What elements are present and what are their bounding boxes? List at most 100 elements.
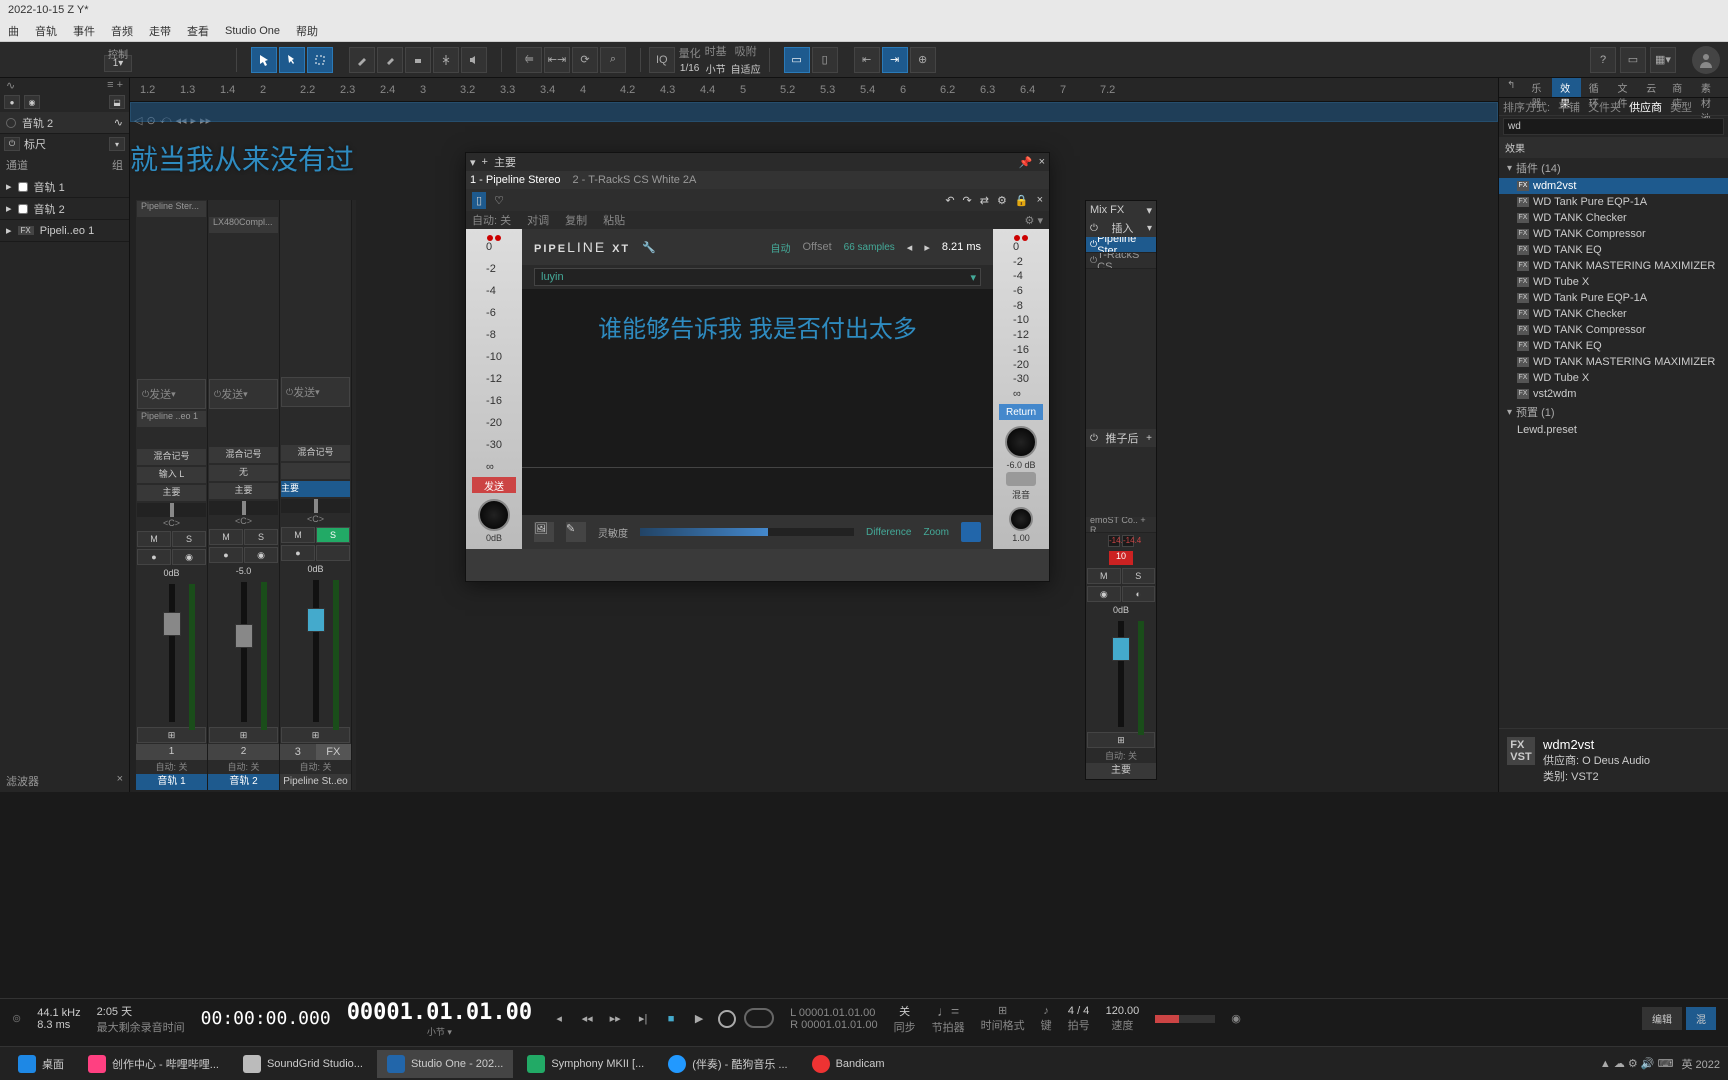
fader[interactable] — [136, 580, 207, 726]
rec-button[interactable]: ● — [209, 547, 243, 563]
monitor-all[interactable]: ◉ — [24, 95, 40, 109]
taskbar-symphony[interactable]: Symphony MKII [... — [517, 1050, 654, 1078]
wrench-icon[interactable]: 🔧 — [642, 241, 656, 254]
insert-item-1[interactable]: ⏻ Pipeline Ster... — [1086, 237, 1156, 253]
record-mode[interactable]: 混合记号 — [209, 447, 278, 463]
auto-link[interactable]: 自动 — [771, 240, 791, 255]
master-mute[interactable]: M — [1087, 568, 1121, 584]
taskbar-bandicam[interactable]: Bandicam — [802, 1050, 895, 1078]
fav-icon[interactable]: ♡ — [494, 194, 504, 207]
record-mode[interactable]: 混合记号 — [137, 449, 206, 465]
input-route[interactable]: 输入 L — [137, 467, 206, 483]
end-button[interactable]: ▸| — [632, 1008, 654, 1030]
menu-help[interactable]: 帮助 — [296, 23, 318, 39]
sig-section[interactable]: 4 / 4拍号 — [1068, 1005, 1090, 1033]
power-button[interactable]: ⏻ — [4, 137, 20, 151]
mix-knob[interactable] — [1009, 507, 1033, 531]
sensitivity-slider[interactable] — [640, 528, 854, 536]
menu-studioone[interactable]: Studio One — [225, 25, 280, 37]
menu-audio[interactable]: 音频 — [111, 23, 133, 39]
loop-range[interactable]: L 00001.01.01.00 R 00001.01.01.00 — [790, 1007, 877, 1031]
pan-slider[interactable] — [209, 501, 278, 515]
arrow-tool[interactable] — [251, 47, 277, 73]
dim-button[interactable]: ◐ — [1122, 586, 1156, 602]
track-row-1[interactable]: ▸ 音轨 1 — [0, 176, 129, 198]
timebase-display[interactable]: 时基 小节 — [705, 43, 727, 76]
mute-button[interactable]: M — [209, 529, 243, 545]
rec-icon[interactable] — [6, 118, 16, 128]
taskbar-studioone[interactable]: Studio One - 202... — [377, 1050, 513, 1078]
rec-arm-all[interactable]: ● — [4, 95, 20, 109]
snap-tool[interactable]: ⇤⇥ — [544, 47, 570, 73]
paste-label[interactable]: 粘贴 — [603, 212, 625, 228]
menu-song[interactable]: 曲 — [8, 23, 19, 39]
menu-icon[interactable]: ▾ — [470, 156, 476, 169]
plugin-item-11[interactable]: FXWD TANK MASTERING MAXIMIZER — [1499, 354, 1728, 370]
loop-button[interactable] — [744, 1008, 774, 1028]
automation-mode[interactable]: 自动: 关 — [208, 760, 279, 774]
search-input[interactable] — [1503, 118, 1724, 135]
record-mode[interactable]: 混合记号 — [281, 445, 350, 461]
preset-item-0[interactable]: Lewd.preset — [1499, 422, 1728, 438]
fader[interactable] — [208, 578, 279, 726]
mute-button[interactable]: M — [281, 527, 315, 543]
emo-row[interactable]: emoST Co.. + R — [1086, 517, 1156, 533]
expand-button[interactable]: ⊞ — [137, 727, 206, 743]
rec-button[interactable]: ● — [281, 545, 315, 561]
input-route[interactable] — [281, 463, 350, 479]
tab-instruments[interactable]: 乐器 — [1523, 78, 1552, 97]
clip-counter[interactable]: 10 — [1109, 551, 1133, 565]
ripple-off[interactable]: ⇤ — [854, 47, 880, 73]
plugin-item-7[interactable]: FXWD Tank Pure EQP-1A — [1499, 290, 1728, 306]
sort-vendor[interactable]: 供应商 — [1629, 99, 1662, 115]
channel-name[interactable]: Pipeline St..eo 1 — [280, 774, 351, 790]
master-solo[interactable]: S — [1122, 568, 1156, 584]
output-route[interactable]: 主要 — [137, 485, 206, 501]
timecode-section[interactable]: ⊞时间格式 — [981, 1004, 1025, 1033]
ffwd-button[interactable]: ▸▸ — [604, 1008, 626, 1030]
erase-tool[interactable] — [405, 47, 431, 73]
plugin-item-0[interactable]: FXwdm2vst — [1499, 178, 1728, 194]
rtz-button[interactable]: ◂ — [548, 1008, 570, 1030]
track-checkbox[interactable] — [18, 182, 28, 192]
metro-toggle[interactable]: ◉ — [1231, 1012, 1241, 1025]
range-tool[interactable] — [307, 47, 333, 73]
input-route[interactable]: 无 — [209, 465, 278, 481]
send-slot[interactable]: ⏻ 发送 ▾ — [281, 377, 350, 407]
track-expand[interactable]: ▸ — [6, 202, 12, 215]
plugins-folder[interactable]: ▾ 插件 (14) — [1499, 158, 1728, 178]
bypass-icon[interactable]: ▯ — [472, 192, 486, 209]
ripple-on[interactable]: ⇥ — [882, 47, 908, 73]
send-slot[interactable]: ⏻ 发送 ▾ — [209, 379, 278, 409]
layout-button[interactable]: ▦▾ — [1650, 47, 1676, 73]
split-tool[interactable] — [433, 47, 459, 73]
plugin-item-3[interactable]: FXWD TANK Compressor — [1499, 226, 1728, 242]
expand-button[interactable]: ⊞ — [281, 727, 350, 743]
plugin-item-2[interactable]: FXWD TANK Checker — [1499, 210, 1728, 226]
plugin-titlebar[interactable]: ▾ + 主要 📌 × — [466, 153, 1049, 171]
list-icon[interactable]: ≡ + — [107, 79, 123, 91]
tempo-slider[interactable] — [1155, 1015, 1215, 1023]
insert-header[interactable]: ⏻ 插入 ▾ — [1086, 219, 1156, 237]
redo-icon[interactable]: ↷ — [963, 194, 972, 207]
taskbar-desktop[interactable]: 桌面 — [8, 1050, 74, 1078]
plugin-item-10[interactable]: FXWD TANK EQ — [1499, 338, 1728, 354]
compare-icon[interactable]: ⇄ — [980, 194, 989, 207]
channel-name[interactable]: 音轨 2 — [208, 774, 279, 790]
rec-button[interactable]: ● — [137, 549, 171, 565]
tab-shop[interactable]: 商店 — [1664, 78, 1693, 97]
plugin-window[interactable]: ▾ + 主要 📌 × 1 - Pipeline Stereo 2 - T-Rac… — [465, 152, 1050, 582]
video-button[interactable]: ▭ — [1620, 47, 1646, 73]
automation-mode[interactable]: 自动: 关 — [280, 760, 351, 774]
rewind-button[interactable]: ◂◂ — [576, 1008, 598, 1030]
samples-value[interactable]: 66 samples — [844, 242, 895, 253]
solo-button[interactable]: S — [172, 531, 206, 547]
arrow-tool-2[interactable] — [279, 47, 305, 73]
pan-slider[interactable] — [137, 503, 206, 517]
system-tray[interactable]: ▲ ☁ ⚙ 🔊 ⌨ 英 2022 — [1600, 1056, 1720, 1072]
perf-icon[interactable]: ⊚ — [12, 1012, 21, 1025]
view-2[interactable]: ▯ — [812, 47, 838, 73]
copy-label[interactable]: 复制 — [565, 212, 587, 228]
track-expand[interactable]: ▸ — [6, 224, 12, 237]
edit-icon[interactable]: ✎ — [566, 522, 586, 542]
